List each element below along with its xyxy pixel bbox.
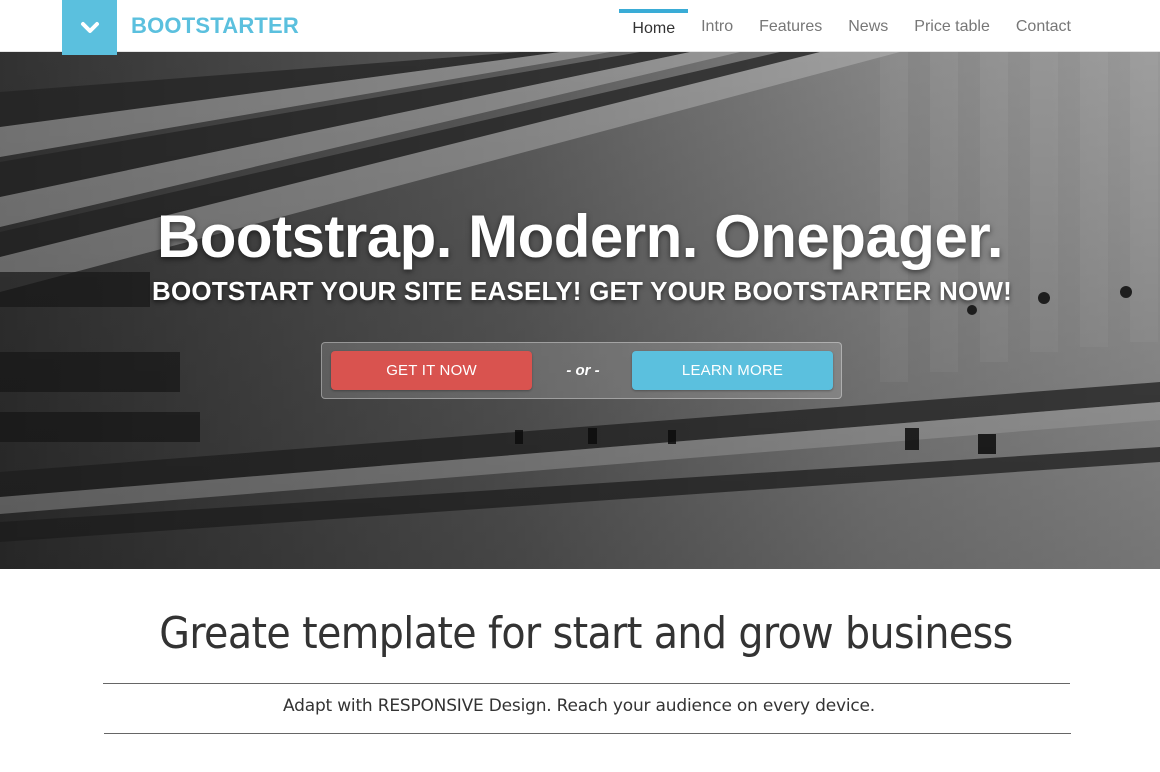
nav-item-contact[interactable]: Contact (1003, 0, 1084, 52)
chevron-down-icon (80, 21, 99, 33)
nav-item-label: News (848, 18, 889, 35)
nav-item-label: Intro (701, 18, 734, 35)
hero-subtitle: BOOTSTART YOUR SITE EASELY! GET YOUR BOO… (152, 276, 1012, 306)
nav-item-label: Home (632, 20, 676, 37)
nav-item-label: Price table (914, 18, 990, 35)
divider-top (103, 683, 1070, 684)
hero-section: Bootstrap. Modern. Onepager. BOOTSTART Y… (0, 52, 1160, 569)
nav-item-intro[interactable]: Intro (688, 0, 746, 52)
logo-toggle[interactable] (62, 0, 117, 55)
hero-background-image (0, 52, 1160, 569)
nav-item-features[interactable]: Features (746, 0, 835, 52)
nav-item-news[interactable]: News (835, 0, 901, 52)
navbar: BOOTSTARTER Home Intro Features News Pri… (0, 0, 1160, 55)
get-it-now-button[interactable]: GET IT NOW (331, 351, 532, 390)
intro-text: Adapt with RESPONSIVE Design. Reach your… (283, 696, 875, 716)
hero-title: Bootstrap. Modern. Onepager. (156, 203, 1004, 270)
divider-bottom (104, 733, 1071, 734)
learn-more-button[interactable]: LEARN MORE (632, 351, 833, 390)
nav-item-label: Features (759, 18, 823, 35)
intro-heading: Greate template for start and grow busin… (159, 608, 1013, 659)
nav-item-home[interactable]: Home (619, 0, 688, 52)
cta-group: GET IT NOW - or - LEARN MORE (321, 342, 842, 399)
nav-item-price-table[interactable]: Price table (901, 0, 1003, 52)
nav-item-label: Contact (1015, 18, 1071, 35)
or-separator: - or - (566, 362, 600, 379)
brand-name[interactable]: BOOTSTARTER (131, 13, 299, 39)
main-nav: Home Intro Features News Price table Con… (619, 0, 1084, 52)
